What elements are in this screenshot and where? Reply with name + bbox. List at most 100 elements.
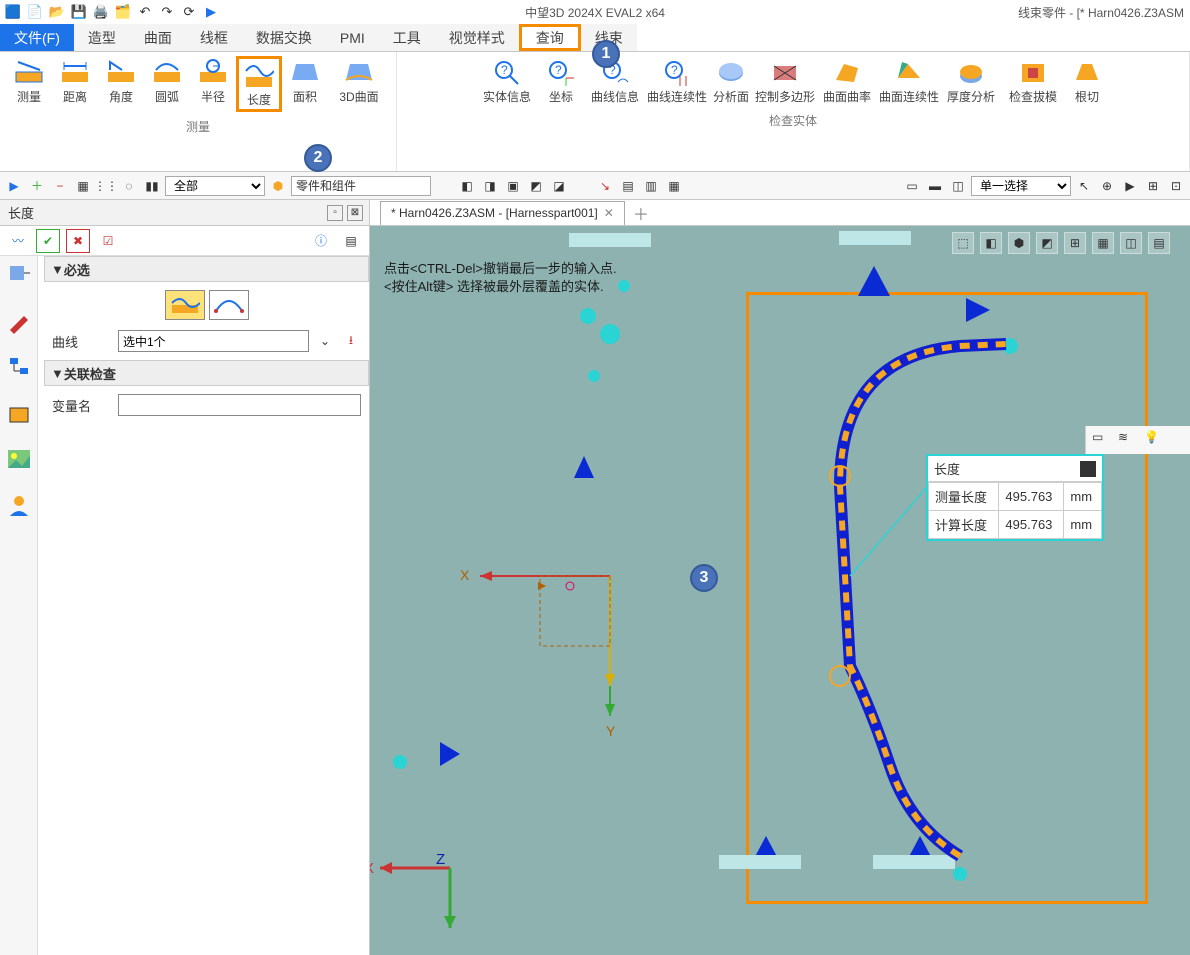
doc-tab-active[interactable]: * Harn0426.Z3ASM - [Harnesspart001]✕ — [380, 201, 625, 225]
tab-file[interactable]: 文件(F) — [0, 24, 74, 51]
btn-surfcont[interactable]: 曲面连续性 — [878, 56, 940, 106]
btn-arc[interactable]: 圆弧 — [144, 56, 190, 112]
tb-a[interactable]: ◧ — [457, 176, 477, 196]
vi-pic-icon[interactable] — [6, 446, 32, 472]
tab-tools[interactable]: 工具 — [379, 24, 435, 51]
curve-dropdown-icon[interactable]: ⌄ — [315, 331, 335, 351]
bars-icon[interactable]: ▮▮ — [142, 176, 162, 196]
mode-curve-icon[interactable] — [165, 290, 205, 320]
panel-min-icon[interactable]: ▫ — [327, 205, 343, 221]
tb-j[interactable]: ▭ — [902, 176, 922, 196]
filter-all-select[interactable]: 全部 — [165, 176, 265, 196]
dashed-circle-icon[interactable]: ◌ — [119, 176, 139, 196]
tab-query[interactable]: 查询 — [519, 24, 581, 51]
vi-user-icon[interactable] — [6, 492, 32, 518]
minus-icon[interactable]: − — [50, 176, 70, 196]
vi-box-icon[interactable] — [6, 400, 32, 426]
rs1-icon[interactable]: ▭ — [1092, 430, 1112, 450]
tb-h[interactable]: ▥ — [641, 176, 661, 196]
btn-length[interactable]: 长度 — [236, 56, 282, 112]
selmode-select[interactable]: 单一选择 — [971, 176, 1071, 196]
tb-n[interactable]: ⊕ — [1097, 176, 1117, 196]
ribbon: 测量 距离 角度 圆弧 半径 长度 面积 3D曲面 测量 ?实体信息 ?坐标 ?… — [0, 52, 1190, 172]
tab-pmi[interactable]: PMI — [326, 24, 379, 51]
tb-m[interactable]: ↖ — [1074, 176, 1094, 196]
apply-icon[interactable]: ☑ — [96, 229, 120, 253]
tab-wireframe[interactable]: 线框 — [186, 24, 242, 51]
btn-ctrlpoly[interactable]: 控制多边形 — [754, 56, 816, 106]
cancel-icon[interactable]: ✖ — [66, 229, 90, 253]
tab-surface[interactable]: 曲面 — [130, 24, 186, 51]
tab-shape[interactable]: 造型 — [74, 24, 130, 51]
btn-3dsurf[interactable]: 3D曲面 — [328, 56, 390, 112]
open-icon[interactable]: 📂 — [48, 3, 66, 21]
tab-close-icon[interactable]: ✕ — [604, 206, 614, 220]
curve-pick-icon[interactable]: ⭳ — [341, 331, 361, 351]
vi-tree-icon[interactable] — [6, 354, 32, 380]
info-icon[interactable]: ⓘ — [309, 229, 333, 253]
btn-curvecont[interactable]: ?曲线连续性 — [646, 56, 708, 106]
wave-icon[interactable]: 〰 — [6, 229, 30, 253]
btn-thickness[interactable]: 厚度分析 — [940, 56, 1002, 106]
vi-pen-icon[interactable] — [6, 308, 32, 334]
refresh-icon[interactable]: ⟳ — [180, 3, 198, 21]
cube-icon[interactable]: ⬢ — [268, 176, 288, 196]
tb-c[interactable]: ▣ — [503, 176, 523, 196]
cursor-icon[interactable]: ▶ — [4, 176, 24, 196]
rs3-icon[interactable]: 💡 — [1144, 430, 1164, 450]
var-input[interactable] — [118, 394, 361, 416]
new-icon[interactable]: 📄 — [26, 3, 44, 21]
vi-cube1-icon[interactable] — [6, 262, 32, 288]
tab-exchange[interactable]: 数据交换 — [242, 24, 326, 51]
curve-label: 曲线 — [52, 332, 112, 351]
mode-arc-icon[interactable] — [209, 290, 249, 320]
play-icon[interactable]: ▶ — [202, 3, 220, 21]
section-required[interactable]: ▼ 必选 — [44, 256, 369, 282]
btn-distance[interactable]: 距离 — [52, 56, 98, 112]
tab-add-icon[interactable]: ＋ — [633, 201, 649, 225]
plus-icon[interactable]: ＋ — [27, 176, 47, 196]
redo-icon[interactable]: ↷ — [158, 3, 176, 21]
btn-undercut[interactable]: 根切 — [1064, 56, 1110, 106]
tb-f[interactable]: ↘ — [595, 176, 615, 196]
rs2-icon[interactable]: ≋ — [1118, 430, 1138, 450]
tab-visual[interactable]: 视觉样式 — [435, 24, 519, 51]
tb-d[interactable]: ◩ — [526, 176, 546, 196]
undo-icon[interactable]: ↶ — [136, 3, 154, 21]
panel-close-icon[interactable]: ⊠ — [347, 205, 363, 221]
btn-area[interactable]: 面积 — [282, 56, 328, 112]
tb-b[interactable]: ◨ — [480, 176, 500, 196]
options-icon[interactable]: ▤ — [339, 229, 363, 253]
save-icon[interactable]: 💾 — [70, 3, 88, 21]
tb-p[interactable]: ⊞ — [1143, 176, 1163, 196]
btn-measure[interactable]: 测量 — [6, 56, 52, 112]
tb-k[interactable]: ▬ — [925, 176, 945, 196]
tb-e[interactable]: ◪ — [549, 176, 569, 196]
btn-coord[interactable]: ?坐标 — [538, 56, 584, 106]
btn-angle[interactable]: 角度 — [98, 56, 144, 112]
group-measure-label: 测量 — [186, 118, 210, 135]
grid-icon[interactable]: ▦ — [73, 176, 93, 196]
btn-draft[interactable]: 检查拔模 — [1002, 56, 1064, 106]
tb-o[interactable]: ▶ — [1120, 176, 1140, 196]
meas-collapse-icon[interactable] — [1080, 461, 1096, 477]
parts-combo[interactable]: 零件和组件 — [291, 176, 431, 196]
tb-i[interactable]: ▦ — [664, 176, 684, 196]
app-icon[interactable]: 🟦 — [4, 3, 22, 21]
dots-icon[interactable]: ⋮⋮ — [96, 176, 116, 196]
tb-l[interactable]: ◫ — [948, 176, 968, 196]
measurement-popup[interactable]: 长度 测量长度495.763mm 计算长度495.763mm — [926, 454, 1104, 541]
print-icon[interactable]: 🖨️ — [92, 3, 110, 21]
btn-surfcurv[interactable]: 曲面曲率 — [816, 56, 878, 106]
btn-faceanalyze[interactable]: 分析面 — [708, 56, 754, 106]
viewport[interactable]: ⬚ ◧ ⬢ ◩ ⊞ ▦ ◫ ▤ 点击<CTRL-Del>撤销最后一步的输入点. … — [370, 226, 1190, 955]
btn-radius[interactable]: 半径 — [190, 56, 236, 112]
saveall-icon[interactable]: 🗂️ — [114, 3, 132, 21]
ok-icon[interactable]: ✔ — [36, 229, 60, 253]
panel-title: 长度 — [8, 203, 34, 222]
tb-q[interactable]: ⊡ — [1166, 176, 1186, 196]
section-check[interactable]: ▼ 关联检查 — [44, 360, 369, 386]
tb-g[interactable]: ▤ — [618, 176, 638, 196]
btn-entityinfo[interactable]: ?实体信息 — [476, 56, 538, 106]
curve-input[interactable] — [118, 330, 309, 352]
